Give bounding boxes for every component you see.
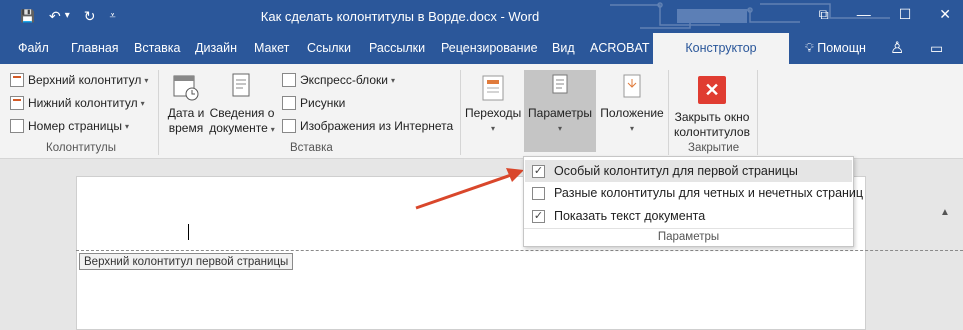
page-number-icon	[10, 119, 24, 133]
tab-design-hf[interactable]: Конструктор	[653, 33, 789, 64]
group-label-headers: Колонтитулы	[46, 142, 116, 154]
pictures-button[interactable]: Рисунки	[282, 96, 345, 110]
group-separator	[757, 70, 758, 155]
annotation-arrow	[415, 168, 524, 210]
ribbon: Верхний колонтитул ▾ Нижний колонтитул ▾ Н…	[0, 64, 963, 218]
text-cursor	[188, 224, 189, 240]
close-header-footer-button[interactable]: ✕ Закрыть окно колонтитулов	[670, 76, 754, 140]
option-different-odd-even[interactable]: Разные колонтитулы для четных и нечетных…	[532, 186, 863, 200]
page-number-button[interactable]: Номер страницы ▾	[10, 119, 129, 133]
option-different-first-page[interactable]: ✓ Особый колонтитул для первой страницы	[525, 160, 852, 182]
tab-layout[interactable]: Макет	[254, 33, 289, 64]
date-time-button[interactable]: Дата и время	[163, 72, 209, 136]
close-icon[interactable]: ✕	[939, 6, 951, 23]
header-tag: Верхний колонтитул первой страницы	[79, 253, 294, 270]
tab-review[interactable]: Рецензирование	[441, 33, 538, 64]
position-icon	[618, 72, 646, 102]
ribbon-tabs: Файл Главная Вставка Дизайн Макет Ссылки…	[0, 33, 963, 64]
group-label-close: Закрытие	[688, 142, 740, 154]
quick-parts-icon	[282, 73, 296, 87]
quick-parts-button[interactable]: Экспресс-блоки ▾	[282, 73, 395, 87]
checkbox-empty-icon[interactable]	[532, 186, 545, 200]
ribbon-display-icon[interactable]: ⧉	[819, 6, 829, 23]
header-button[interactable]: Верхний колонтитул ▾	[10, 73, 148, 87]
group-separator	[460, 70, 461, 155]
tab-acrobat[interactable]: ACROBAT	[590, 33, 650, 64]
maximize-icon[interactable]: ☐	[899, 6, 912, 23]
footer-icon	[10, 96, 24, 110]
header-boundary-line	[76, 250, 963, 251]
options-icon	[546, 72, 574, 102]
navigation-button[interactable]: Переходы ▾	[465, 72, 521, 136]
tab-home[interactable]: Главная	[71, 33, 119, 64]
close-x-icon: ✕	[698, 76, 726, 104]
tab-references[interactable]: Ссылки	[307, 33, 351, 64]
tab-file[interactable]: Файл	[18, 33, 49, 64]
share-icon[interactable]: ♙	[890, 33, 904, 64]
minimize-icon[interactable]: —	[857, 6, 871, 23]
lightbulb-icon: 💡︎	[805, 41, 814, 55]
collapse-ribbon-icon[interactable]: ▲	[940, 207, 950, 218]
tab-insert[interactable]: Вставка	[134, 33, 180, 64]
comments-icon[interactable]: ▭	[930, 33, 943, 64]
footer-button[interactable]: Нижний колонтитул ▾	[10, 96, 145, 110]
group-separator	[158, 70, 159, 155]
tab-design[interactable]: Дизайн	[195, 33, 237, 64]
calendar-icon	[172, 72, 200, 102]
options-button[interactable]: Параметры ▾	[524, 72, 596, 136]
online-picture-icon	[282, 119, 296, 133]
window-controls: ⧉ — ☐ ✕	[819, 6, 951, 23]
tab-mailings[interactable]: Рассылки	[369, 33, 425, 64]
dropdown-group-label: Параметры	[524, 228, 853, 246]
document-info-icon	[228, 72, 256, 102]
options-dropdown: ✓ Особый колонтитул для первой страницы …	[523, 156, 863, 247]
header-icon	[10, 73, 24, 87]
picture-icon	[282, 96, 296, 110]
title-bar: 💾 ↶ ▾ ↻ ⩡ Как сделать колонтитулы в Ворд…	[0, 0, 963, 33]
group-separator	[668, 70, 669, 155]
checkbox-checked-icon[interactable]: ✓	[532, 209, 545, 223]
checkbox-checked-icon[interactable]: ✓	[532, 164, 545, 178]
tell-me[interactable]: 💡︎ Помощн	[805, 33, 866, 64]
option-show-document-text[interactable]: ✓ Показать текст документа	[532, 209, 705, 223]
position-button[interactable]: Положение ▾	[598, 72, 666, 136]
account-name-redacted	[677, 9, 747, 23]
document-info-button[interactable]: Сведения о документе ▾	[208, 72, 276, 137]
tab-view[interactable]: Вид	[552, 33, 575, 64]
online-pictures-button[interactable]: Изображения из Интернета	[282, 119, 453, 133]
navigation-icon	[479, 72, 507, 102]
group-label-insert: Вставка	[290, 142, 333, 154]
